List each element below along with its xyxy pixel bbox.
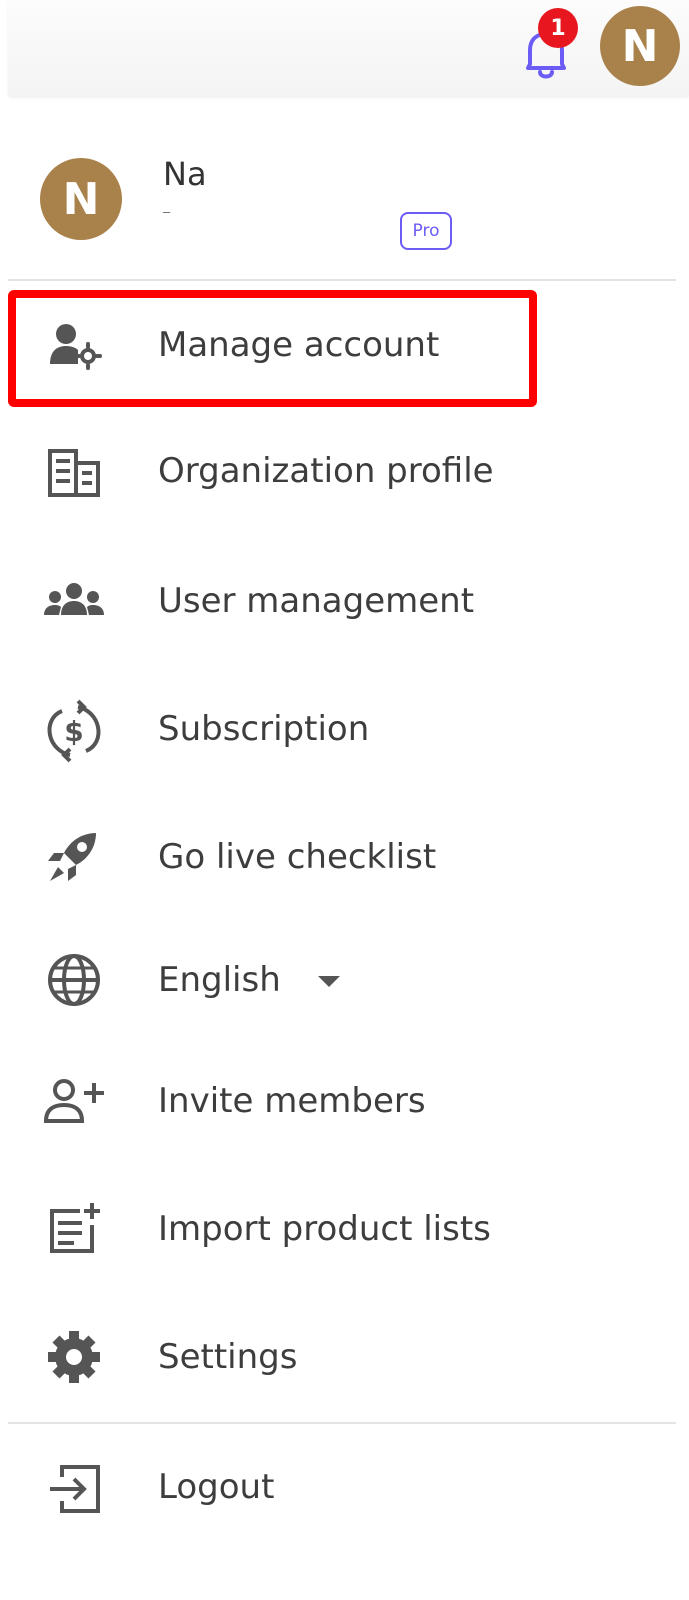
building-icon — [38, 437, 110, 509]
menu-item-import-product-lists[interactable]: Import product lists — [0, 1179, 689, 1279]
profile-subtext: ‾ — [163, 211, 170, 227]
user-plus-icon — [38, 1065, 110, 1137]
dollar-cycle-icon: $ — [38, 695, 110, 767]
menu-item-label: Invite members — [158, 1081, 426, 1121]
svg-text:$: $ — [64, 715, 83, 748]
list-add-icon — [38, 1193, 110, 1265]
menu-item-user-management[interactable]: User management — [0, 551, 689, 651]
menu-item-label: Import product lists — [158, 1209, 491, 1249]
divider-bottom — [8, 1422, 676, 1424]
logout-icon — [38, 1453, 110, 1525]
menu-item-label: Logout — [158, 1467, 275, 1507]
top-bar — [8, 0, 689, 96]
menu-item-label: Organization profile — [158, 451, 494, 491]
menu-item-settings[interactable]: Settings — [0, 1307, 689, 1407]
plan-badge: Pro — [400, 212, 452, 250]
rocket-icon — [38, 821, 110, 893]
profile-avatar: N — [40, 158, 122, 240]
menu-item-label: User management — [158, 581, 475, 621]
user-avatar-button[interactable]: N — [600, 6, 680, 86]
menu-item-label: English — [158, 960, 281, 1000]
menu-item-label: Go live checklist — [158, 837, 437, 877]
globe-icon — [38, 944, 110, 1016]
profile-name: Na — [163, 155, 207, 193]
menu-item-logout[interactable]: Logout — [0, 1437, 689, 1537]
language-dropdown-caret-icon[interactable] — [318, 976, 340, 987]
menu-item-invite-members[interactable]: Invite members — [0, 1051, 689, 1151]
users-group-icon — [38, 565, 110, 637]
divider-top — [8, 279, 676, 281]
notification-count-badge: 1 — [538, 8, 578, 48]
highlight-box — [8, 290, 537, 407]
menu-item-label: Subscription — [158, 709, 370, 749]
menu-item-language[interactable]: English — [0, 930, 689, 1030]
menu-item-subscription[interactable]: $ Subscription — [0, 679, 689, 779]
gear-icon — [38, 1321, 110, 1393]
menu-item-organization-profile[interactable]: Organization profile — [0, 423, 689, 523]
menu-item-label: Settings — [158, 1337, 298, 1377]
menu-item-go-live-checklist[interactable]: Go live checklist — [0, 807, 689, 907]
